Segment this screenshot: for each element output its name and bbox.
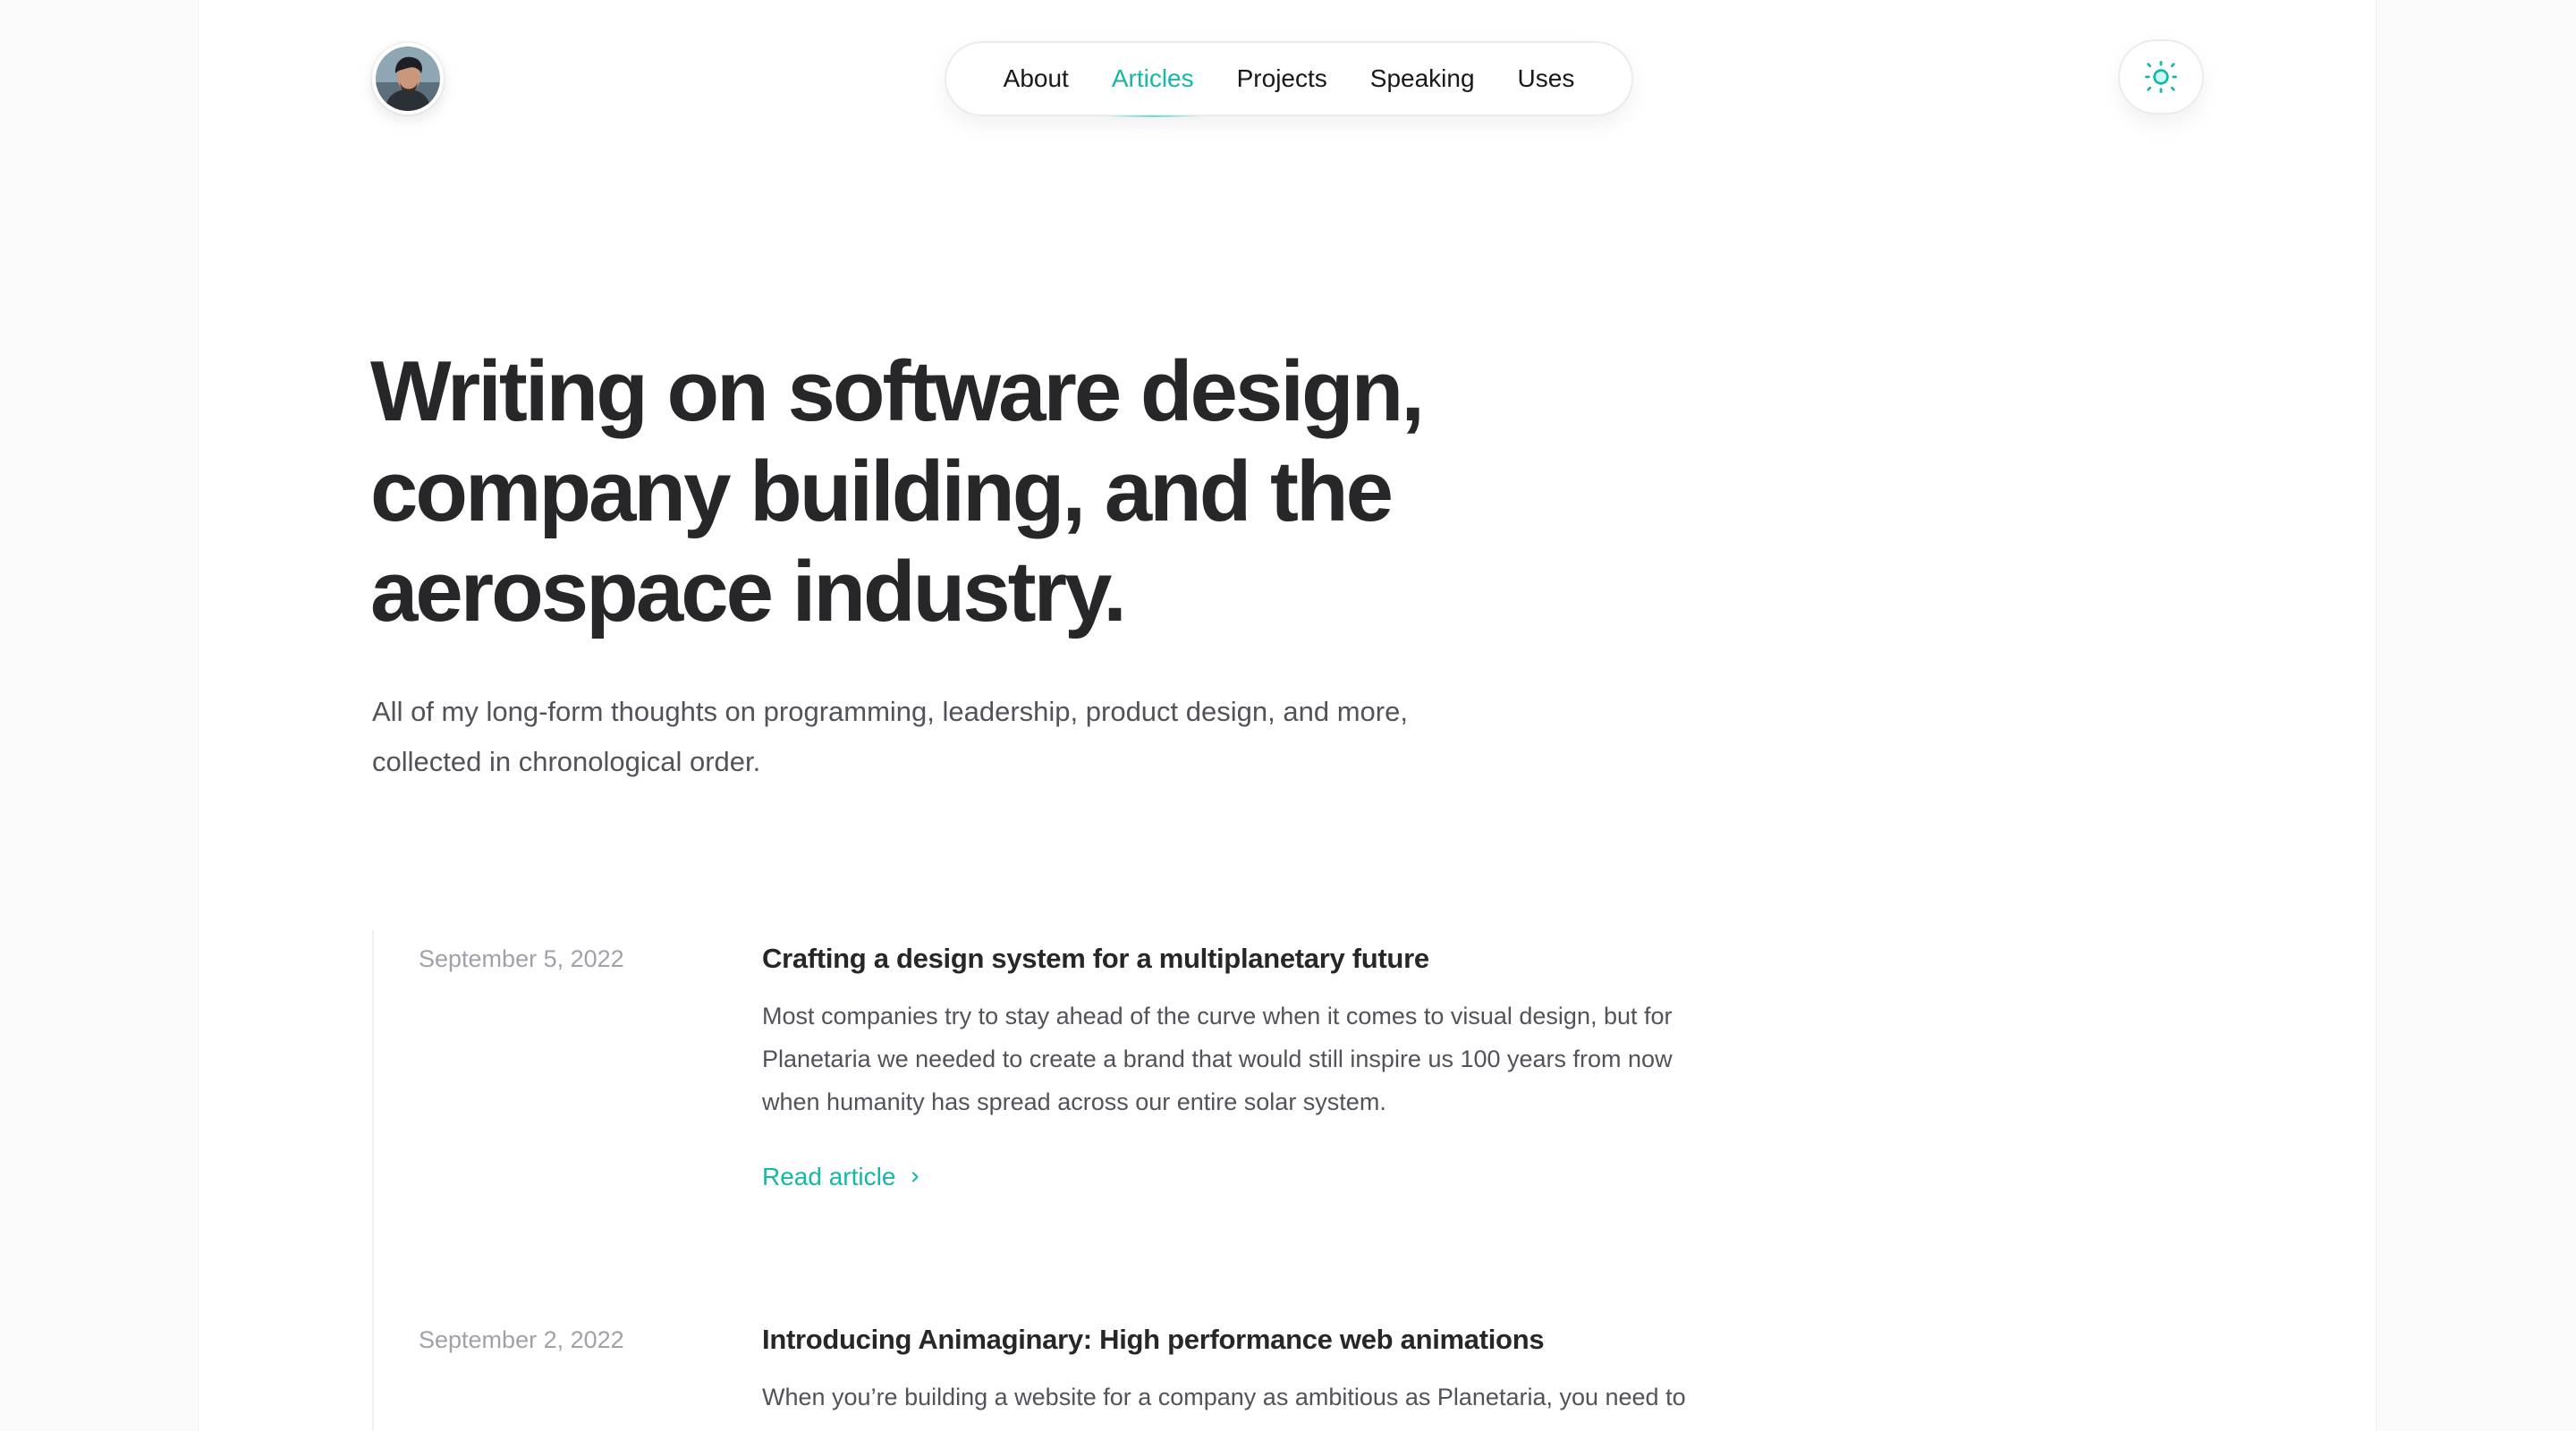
avatar bbox=[376, 47, 440, 111]
page-subtitle: All of my long-form thoughts on programm… bbox=[372, 687, 1517, 787]
article-description-line: when humanity has spread across our enti… bbox=[762, 1088, 1386, 1115]
article-description: When you’re building a website for a com… bbox=[762, 1376, 1782, 1418]
sun-icon bbox=[2145, 61, 2177, 93]
theme-toggle-button[interactable] bbox=[2118, 39, 2204, 114]
page-subtitle-line: collected in chronological order. bbox=[372, 746, 761, 777]
article-title[interactable]: Crafting a design system for a multiplan… bbox=[762, 939, 1429, 978]
article-description-line: Planetaria we needed to create a brand t… bbox=[762, 1046, 1673, 1072]
read-article-link[interactable]: Read article bbox=[762, 1157, 922, 1197]
article-description-line: Most companies try to stay ahead of the … bbox=[762, 1003, 1673, 1029]
article-list: September 5, 2022 Crafting a design syst… bbox=[372, 930, 1966, 1431]
article-description-line: When you’re building a website for a com… bbox=[762, 1384, 1686, 1410]
nav-item-projects[interactable]: Projects bbox=[1216, 41, 1349, 116]
nav-item-speaking[interactable]: Speaking bbox=[1349, 41, 1496, 116]
read-article-label: Read article bbox=[762, 1163, 896, 1190]
article-title[interactable]: Introducing Animaginary: High performanc… bbox=[762, 1320, 1545, 1359]
page-title-line: Writing on software design, bbox=[370, 343, 1425, 439]
nav-item-about[interactable]: About bbox=[982, 41, 1090, 116]
nav-item-uses[interactable]: Uses bbox=[1496, 41, 1597, 116]
article-date: September 5, 2022 bbox=[419, 945, 624, 972]
main-nav: About Articles Projects Speaking Uses bbox=[945, 41, 1633, 117]
page-container: About Articles Projects Speaking Uses Wr… bbox=[199, 0, 2376, 1431]
article-date: September 2, 2022 bbox=[419, 1326, 624, 1353]
nav-item-articles[interactable]: Articles bbox=[1090, 41, 1216, 117]
article-description: Most companies try to stay ahead of the … bbox=[762, 995, 1782, 1123]
chevron-right-icon bbox=[912, 1172, 919, 1182]
page-title: Writing on software design, company buil… bbox=[370, 342, 1533, 642]
page-title-line: company building, and the bbox=[370, 444, 1394, 539]
page-title-line: aerospace industry. bbox=[370, 544, 1127, 639]
avatar-link[interactable] bbox=[372, 43, 444, 114]
page-subtitle-line: All of my long-form thoughts on programm… bbox=[372, 696, 1408, 727]
